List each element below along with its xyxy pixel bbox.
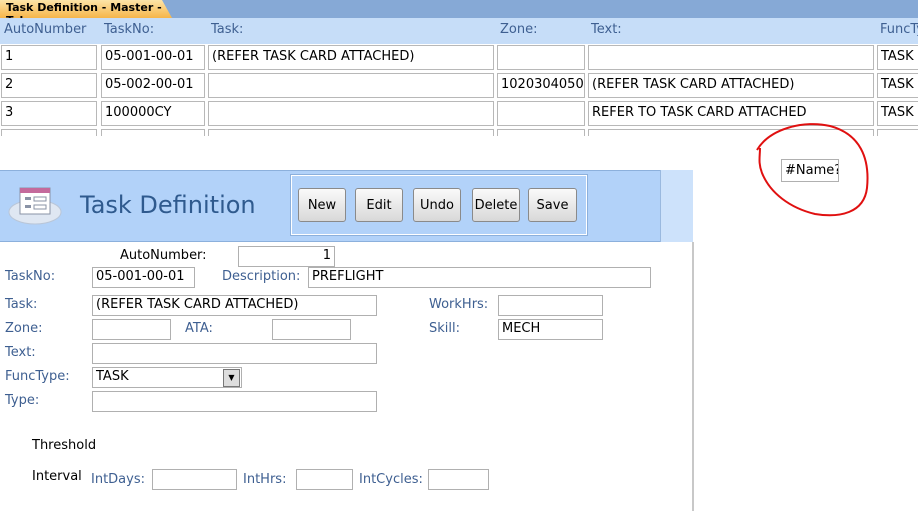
tab-task-definition-master[interactable]: Task Definition - Master - Tab [0,0,172,18]
functype-combobox[interactable]: TASK ▼ [92,367,242,388]
intcycles-field[interactable] [428,469,489,490]
text-label: Text: [5,345,36,360]
form-icon [8,187,62,225]
cell-taskno[interactable]: 05-001-00-01 [101,45,205,70]
chevron-down-icon[interactable]: ▼ [223,369,240,387]
interval-label: Interval [32,469,82,484]
column-header-taskno[interactable]: TaskNo: [104,22,154,37]
cell[interactable] [208,129,494,136]
cell-task[interactable] [208,73,494,98]
grid-header: AutoNumber TaskNo: Task: Zone: Text: Fun… [0,18,918,44]
column-header-task[interactable]: Task: [211,22,243,37]
cell-zone[interactable]: 1020304050607 [497,73,585,98]
autonumber-field[interactable]: 1 [238,246,335,267]
intcycles-label: IntCycles: [359,472,423,487]
taskno-field[interactable]: 05-001-00-01 [92,267,195,288]
undo-button[interactable]: Undo [413,188,461,222]
cell-functype[interactable]: TASK [877,101,918,126]
intdays-field[interactable] [152,469,237,490]
text-field[interactable] [92,343,377,364]
ata-label: ATA: [185,321,213,336]
cell[interactable] [101,129,205,136]
cell-task[interactable] [208,101,494,126]
task-label: Task: [5,297,38,312]
cell-taskno[interactable]: 100000CY [101,101,205,126]
task-field[interactable]: (REFER TASK CARD ATTACHED) [92,295,377,316]
workhrs-label: WorkHrs: [429,297,489,312]
new-button[interactable]: New [298,188,346,222]
cell-autonumber[interactable]: 3 [1,101,97,126]
description-label: Description: [222,269,301,284]
skill-field[interactable]: MECH [498,319,603,340]
zone-label: Zone: [5,321,43,336]
threshold-label: Threshold [32,438,97,453]
cell-text[interactable]: (REFER TASK CARD ATTACHED) [588,73,874,98]
cell-zone[interactable] [497,101,585,126]
column-header-functype[interactable]: FuncTy [880,22,918,37]
form-title: Task Definition [80,191,256,219]
workhrs-field[interactable] [498,295,603,316]
description-field[interactable]: PREFLIGHT [308,267,651,288]
intdays-label: IntDays: [91,472,145,487]
delete-button[interactable]: Delete [472,188,520,222]
cell-autonumber[interactable]: 1 [1,45,97,70]
cell[interactable] [1,129,97,136]
ata-field[interactable] [272,319,351,340]
cell[interactable] [497,129,585,136]
functype-label: FuncType: [5,369,70,384]
column-header-autonumber[interactable]: AutoNumber [4,22,86,37]
cell-functype[interactable]: TASK [877,45,918,70]
column-header-zone[interactable]: Zone: [500,22,537,37]
inthrs-field[interactable] [296,469,353,490]
cell[interactable] [877,129,918,136]
inthrs-label: IntHrs: [243,472,287,487]
cell-text[interactable] [588,45,874,70]
save-button[interactable]: Save [528,188,577,222]
taskno-label: TaskNo: [5,269,56,284]
edit-button[interactable]: Edit [355,188,403,222]
autonumber-label: AutoNumber: [120,248,207,263]
column-header-text[interactable]: Text: [591,22,622,37]
cell-autonumber[interactable]: 2 [1,73,97,98]
type-label: Type: [5,393,40,408]
cell-functype[interactable]: TASK [877,73,918,98]
type-field[interactable] [92,391,377,412]
form-header-strip [660,170,693,242]
zone-field[interactable] [92,319,171,340]
cell-task[interactable]: (REFER TASK CARD ATTACHED) [208,45,494,70]
red-circle-annotation [756,123,869,217]
functype-value: TASK [96,369,129,384]
cell-zone[interactable] [497,45,585,70]
cell-taskno[interactable]: 05-002-00-01 [101,73,205,98]
skill-label: Skill: [429,321,460,336]
